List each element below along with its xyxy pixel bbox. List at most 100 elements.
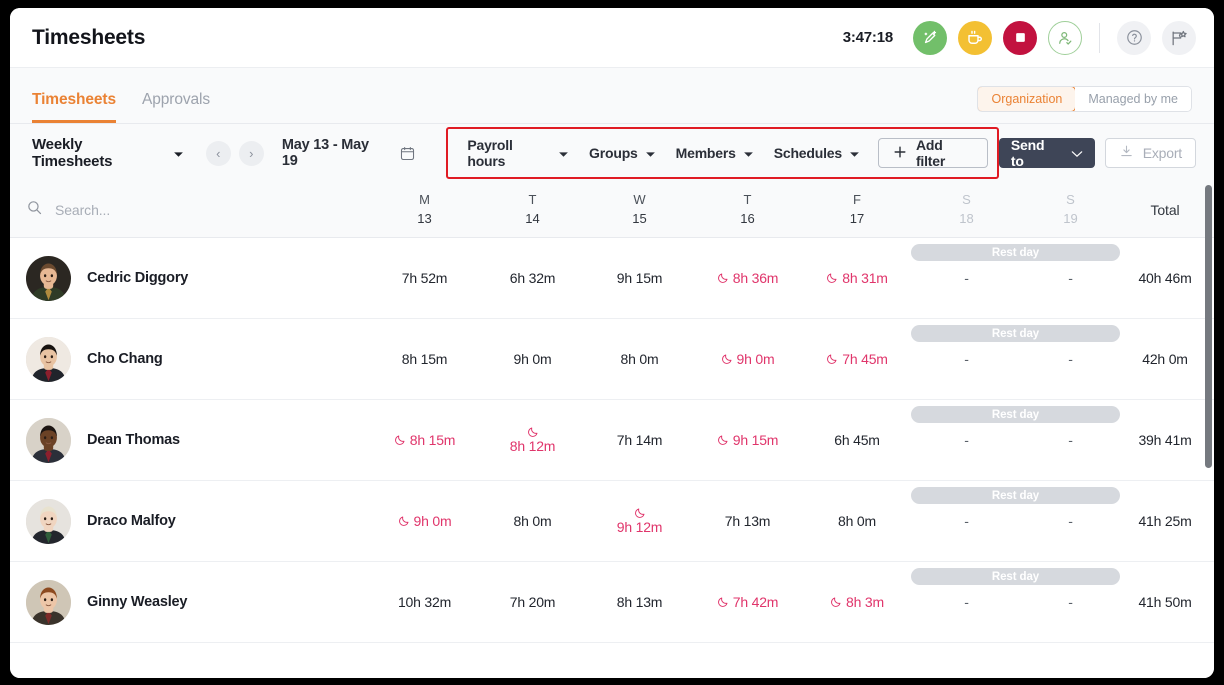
chevron-down-icon [173,145,184,162]
search-placeholder: Search... [55,202,110,218]
day-hours-cell[interactable]: 9h 15m [693,432,802,448]
export-button[interactable]: Export [1105,138,1196,168]
day-hours-cell[interactable]: - [1021,270,1120,286]
app-header: Timesheets 3:47:18 [10,8,1214,68]
day-hours-cell[interactable]: - [1021,432,1120,448]
person-cell[interactable]: Ginny Weasley [10,580,370,625]
person-name: Cho Chang [87,351,163,367]
search-input[interactable]: Search... [10,199,370,221]
day-hours-cell[interactable]: - [1021,594,1120,610]
person-name: Ginny Weasley [87,594,187,610]
week-navigation: ‹ › [206,141,264,166]
scope-option-organization[interactable]: Organization [977,86,1076,112]
day-hours-cell[interactable]: 9h 15m [586,270,693,286]
table-row[interactable]: Dean Thomas 8h 15m 8h 12m7h 14m 9h 15m 6h 4… [10,400,1214,481]
day-hours-cell[interactable]: 8h 0m [586,351,693,367]
day-hours-cell[interactable]: 9h 0m [693,351,802,367]
day-hours-cell[interactable]: 10h 32m [370,594,479,610]
tab-approvals[interactable]: Approvals [142,91,210,123]
day-hours-cell[interactable]: - [912,351,1021,367]
column-day: 18 [912,210,1021,229]
day-hours-cell[interactable]: 7h 52m [370,270,479,286]
plus-icon [893,145,907,162]
help-icon[interactable] [1117,21,1151,55]
date-range-label: May 13 - May 19 [282,137,388,169]
tab-timesheets[interactable]: Timesheets [32,91,116,123]
add-filter-button[interactable]: Add filter [878,138,988,168]
vertical-scrollbar[interactable] [1205,185,1212,468]
day-hours-cell[interactable]: 8h 0m [802,513,912,529]
avatar [26,256,71,301]
day-hours-cell[interactable]: - [912,513,1021,529]
day-hours-cell[interactable]: - [1021,351,1120,367]
day-hours-cell[interactable]: 7h 13m [693,513,802,529]
magic-wand-icon[interactable] [913,21,947,55]
person-cell[interactable]: Dean Thomas [10,418,370,463]
rest-day-badge: Rest day [911,244,1120,261]
column-dow: M [370,191,479,210]
running-timer: 3:47:18 [843,29,893,46]
next-week-button[interactable]: › [239,141,264,166]
day-hours-cell[interactable]: - [1021,513,1120,529]
day-hours-cell[interactable]: 7h 14m [586,432,693,448]
row-total: 39h 41m [1120,432,1210,448]
day-hours-cell[interactable]: 8h 15m [370,432,479,448]
row-total: 41h 25m [1120,513,1210,529]
filter-payroll-hours[interactable]: Payroll hours [457,137,579,169]
table-row[interactable]: Cho Chang 8h 15m9h 0m8h 0m9h 0m7h 45m--4… [10,319,1214,400]
export-label: Export [1143,145,1182,161]
day-hours-cell[interactable]: 8h 31m [802,270,912,286]
day-hours-value: 7h 42m [733,594,779,610]
filter-schedules[interactable]: Schedules [764,145,870,161]
day-hours-value: 8h 15m [402,351,448,367]
day-hours-cell[interactable]: 7h 42m [693,594,802,610]
day-hours-value: 9h 0m [414,513,452,529]
day-hours-value: 8h 31m [842,270,888,286]
previous-week-button[interactable]: ‹ [206,141,231,166]
day-hours-cell[interactable]: 7h 45m [802,351,912,367]
day-hours-cell[interactable]: - [912,594,1021,610]
day-hours-cell[interactable]: 9h 0m [370,513,479,529]
day-hours-cell[interactable]: - [912,432,1021,448]
day-hours-cell[interactable]: 6h 32m [479,270,586,286]
person-cell[interactable]: Cho Chang [10,337,370,382]
day-hours-value: 8h 15m [410,432,456,448]
avatar [26,499,71,544]
day-hours-cell[interactable]: 8h 0m [479,513,586,529]
table-row[interactable]: Ginny Weasley 10h 32m 7h 20m8h 13m 7h 42m 8… [10,562,1214,643]
scope-option-managed-by-me[interactable]: Managed by me [1075,87,1191,111]
column-header-total: Total [1120,202,1210,218]
person-cell[interactable]: Cedric Diggory [10,256,370,301]
day-hours-cell[interactable]: 8h 13m [586,594,693,610]
table-row[interactable]: Cedric Diggory 7h 52m6h 32m9h 15m 8h 36m 8… [10,238,1214,319]
download-icon [1119,144,1134,162]
add-filter-label: Add filter [916,137,973,169]
flag-star-icon[interactable] [1162,21,1196,55]
day-hours-cell[interactable]: 8h 36m [693,270,802,286]
coffee-break-icon[interactable] [958,21,992,55]
stop-icon[interactable] [1003,21,1037,55]
column-day: 14 [479,210,586,229]
day-hours-cell[interactable]: 6h 45m [802,432,912,448]
send-to-button[interactable]: Send to [999,138,1095,168]
filter-members[interactable]: Members [666,145,764,161]
person-cell[interactable]: Draco Malfoy [10,499,370,544]
day-hours-cell[interactable]: - [912,270,1021,286]
day-hours-cell[interactable]: 8h 15m [370,351,479,367]
user-check-icon[interactable] [1048,21,1082,55]
table-row[interactable]: Draco Malfoy 9h 0m8h 0m9h 12m7h 13m8h 0m… [10,481,1214,562]
day-hours-value: 10h 32m [398,594,451,610]
rest-day-badge: Rest day [911,325,1120,342]
chevron-down-icon [743,145,754,161]
day-hours-value: 8h 36m [733,270,779,286]
view-selector[interactable]: Weekly Timesheets [32,136,184,170]
day-hours-value: 9h 0m [737,351,775,367]
day-hours-cell[interactable]: 8h 12m [479,426,586,454]
day-hours-cell[interactable]: 9h 0m [479,351,586,367]
day-hours-value: 9h 15m [733,432,779,448]
day-hours-cell[interactable]: 8h 3m [802,594,912,610]
day-hours-cell[interactable]: 9h 12m [586,507,693,535]
day-hours-cell[interactable]: 7h 20m [479,594,586,610]
calendar-icon[interactable] [399,145,416,162]
filter-groups[interactable]: Groups [579,145,666,161]
